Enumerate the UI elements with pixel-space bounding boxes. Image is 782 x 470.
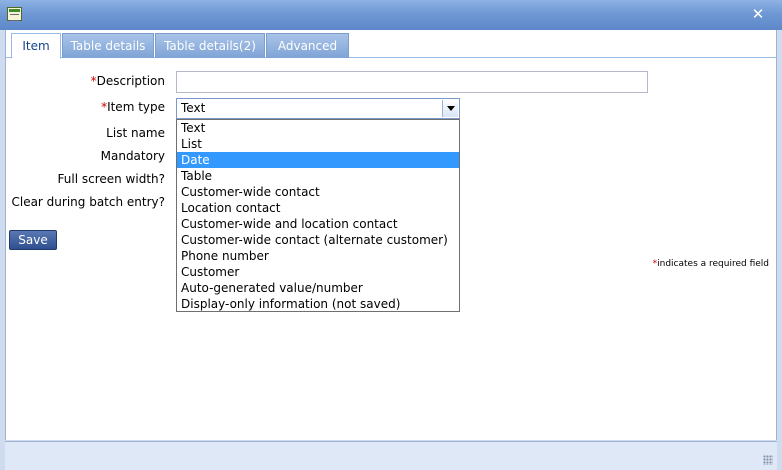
close-icon[interactable]: ✕ (750, 5, 766, 23)
form-window-icon (7, 7, 22, 21)
dropdown-option[interactable]: List (177, 136, 459, 152)
dropdown-option[interactable]: Table (177, 168, 459, 184)
clear-during-batch-entry-label: Clear during batch entry? (11, 195, 165, 209)
dropdown-option[interactable]: Customer-wide contact (alternate custome… (177, 232, 459, 248)
description-label: *Description (91, 74, 165, 88)
dropdown-option[interactable]: Customer (177, 264, 459, 280)
item-type-value: Text (181, 101, 206, 115)
tab-bar: Item Table details Table details(2) Adva… (6, 30, 776, 59)
required-note-text: indicates a required field (657, 259, 769, 269)
item-type-label: *Item type (101, 100, 165, 114)
list-name-label: List name (106, 126, 165, 140)
dropdown-option[interactable]: Customer-wide and location contact (177, 216, 459, 232)
dropdown-option[interactable]: Display-only information (not saved) (177, 296, 459, 312)
dropdown-option[interactable]: Phone number (177, 248, 459, 264)
description-label-text: Description (96, 74, 165, 88)
title-bar: ✕ (0, 0, 782, 30)
window-frame: Item Table details Table details(2) Adva… (0, 30, 782, 470)
dropdown-option[interactable]: Location contact (177, 200, 459, 216)
item-type-dropdown-list: Text List Date Table Customer-wide conta… (176, 119, 460, 312)
status-footer (5, 442, 777, 470)
tab-advanced[interactable]: Advanced (266, 33, 349, 58)
chevron-down-icon[interactable] (442, 100, 458, 117)
save-button[interactable]: Save (9, 230, 57, 250)
required-field-note: *indicates a required field (653, 259, 769, 269)
item-type-select[interactable]: Text (176, 98, 460, 119)
tab-item[interactable]: Item (11, 33, 61, 59)
dropdown-option-highlighted[interactable]: Date (177, 152, 459, 168)
full-screen-width-label: Full screen width? (57, 172, 165, 186)
resize-grip-icon[interactable] (763, 455, 773, 465)
dialog-content: Item Table details Table details(2) Adva… (5, 30, 777, 440)
dropdown-option[interactable]: Auto-generated value/number (177, 280, 459, 296)
dropdown-option[interactable]: Customer-wide contact (177, 184, 459, 200)
description-input[interactable] (176, 71, 648, 93)
tab-table-details[interactable]: Table details (62, 33, 154, 58)
dropdown-option[interactable]: Text (177, 120, 459, 136)
mandatory-label: Mandatory (100, 149, 165, 163)
item-type-label-text: Item type (107, 100, 165, 114)
tab-table-details-2[interactable]: Table details(2) (155, 33, 265, 58)
